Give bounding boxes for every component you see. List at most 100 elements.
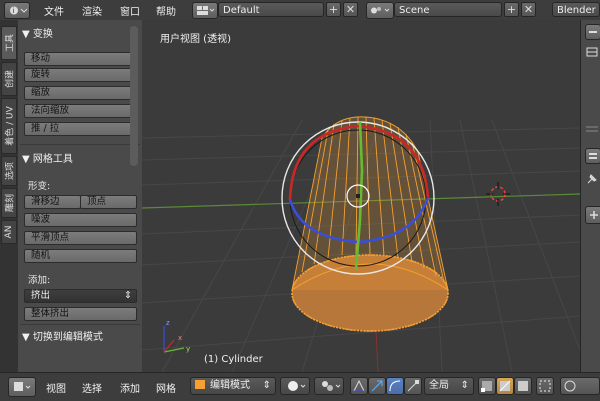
pin-icon[interactable] [585, 172, 599, 186]
menu-mesh[interactable]: 网格 [156, 380, 176, 395]
layout-grid-icon [197, 6, 215, 15]
pivot-point-dropdown[interactable] [314, 377, 344, 395]
menu-select[interactable]: 选择 [82, 380, 102, 395]
scale-button[interactable]: 缩放 [24, 86, 137, 100]
3d-view-header: 视图 选择 添加 网格 编辑模式 ⇕ 全局 ⇕ [0, 372, 600, 401]
manipulator-icon [353, 379, 365, 392]
rotate-button[interactable]: 旋转 [24, 68, 137, 82]
viewport-view-label: 用户视图 (透视) [160, 34, 231, 45]
scene-icon [371, 7, 390, 14]
viewport-canvas[interactable]: z x y [142, 20, 580, 372]
arrow-icon [371, 380, 383, 392]
menu-render[interactable]: 渲染 [82, 3, 102, 18]
scale-icon [407, 380, 419, 392]
updown-icon: ⇕ [262, 380, 271, 391]
menu-view[interactable]: 视图 [46, 380, 66, 395]
pivot-icon [322, 381, 341, 391]
transform-orientation-dropdown[interactable]: 全局 ⇕ [424, 377, 474, 395]
delete-scene-button[interactable]: ✕ [521, 2, 536, 17]
scene-name-field[interactable]: Scene [394, 2, 502, 17]
add-button[interactable] [585, 206, 600, 224]
close-icon: ✕ [523, 3, 534, 16]
info-header: i 文件 渲染 窗口 帮助 Default + ✕ Scene + ✕ Blen… [0, 0, 600, 21]
proportional-circle-icon [564, 380, 576, 392]
tab-create[interactable]: 创建 [1, 62, 17, 96]
orientation-axes-icon: z x y [163, 319, 190, 353]
render-engine-field[interactable]: Blender [552, 2, 600, 17]
list-icon [589, 153, 597, 159]
dotted-square-icon [539, 380, 551, 392]
occlude-geometry-toggle[interactable] [536, 377, 554, 395]
delete-layout-button[interactable]: ✕ [343, 2, 358, 17]
menu-help[interactable]: 帮助 [156, 3, 176, 18]
layout-browse-button[interactable] [192, 2, 218, 19]
info-icon: i [10, 6, 28, 15]
shading-dropdown[interactable] [280, 377, 310, 395]
tab-options[interactable]: 选项 [1, 156, 17, 186]
plus-icon: + [506, 3, 517, 16]
face-select-button[interactable] [514, 377, 532, 395]
scale-manipulator[interactable] [404, 377, 422, 395]
tool-shelf-scrollbar[interactable] [130, 26, 138, 166]
close-icon: ✕ [345, 3, 356, 16]
noise-button[interactable]: 噪波 [24, 213, 137, 227]
tab-an[interactable]: AN [1, 220, 17, 244]
add-scene-button[interactable]: + [504, 2, 519, 17]
collapse-button[interactable] [585, 24, 600, 40]
scene-browse-button[interactable] [366, 2, 394, 19]
face-select-icon [518, 381, 528, 391]
rotate-arc-icon [389, 380, 401, 392]
plus-icon: + [328, 3, 339, 16]
tab-shading-uv[interactable]: 着色 / UV [1, 98, 17, 154]
properties-button[interactable] [585, 148, 600, 164]
pivot-dot [356, 194, 360, 198]
push-pull-button[interactable]: 推 / 拉 [24, 122, 137, 136]
svg-text:x: x [178, 334, 182, 342]
layout-name-field[interactable]: Default [218, 2, 324, 17]
translate-manipulator[interactable] [368, 377, 386, 395]
menu-window[interactable]: 窗口 [120, 3, 140, 18]
vertex-select-button[interactable] [478, 377, 496, 395]
proportional-edit-toggle[interactable] [560, 377, 600, 395]
smooth-vertex-button[interactable]: 平滑顶点 [24, 231, 137, 245]
panel-divider [20, 144, 140, 145]
3d-viewport[interactable]: z x y 用户视图 (透视) (1) Cylinder [142, 20, 580, 372]
rotate-manipulator[interactable] [386, 377, 404, 395]
tool-shelf: ▼ 变换 移动 旋转 缩放 法向缩放 推 / 拉 ▼ 网格工具 形变: 滑移边 … [18, 20, 142, 372]
interaction-mode-dropdown[interactable]: 编辑模式 ⇕ [190, 377, 276, 395]
slide-edge-button[interactable]: 滑移边 [24, 195, 81, 209]
panel-mesh-tools-header[interactable]: ▼ 网格工具 [22, 150, 73, 165]
minus-icon [589, 31, 597, 33]
grid-icon[interactable] [585, 46, 599, 58]
add-layout-button[interactable]: + [326, 2, 341, 17]
tab-sculpt[interactable]: 雕刻 [1, 188, 17, 218]
extrude-dropdown[interactable]: 挤出 ⇕ [24, 289, 137, 303]
panel-toggle-editmode-header[interactable]: ▼ 切换到编辑模式 [22, 328, 103, 343]
edge-select-button[interactable] [496, 377, 514, 395]
updown-icon: ⇕ [124, 290, 132, 301]
panel-divider-icon [584, 123, 600, 137]
add-label: 添加: [28, 275, 51, 286]
svg-text:z: z [166, 319, 170, 327]
vertex-select-icon [481, 381, 492, 392]
menu-add[interactable]: 添加 [120, 380, 140, 395]
slide-vertex-button[interactable]: 顶点 [80, 195, 137, 209]
editor-type-button[interactable] [8, 377, 36, 397]
editor-type-button[interactable]: i [4, 2, 30, 19]
randomize-button[interactable]: 随机 [24, 249, 137, 263]
svg-text:y: y [186, 345, 190, 353]
3d-cursor-icon[interactable] [486, 182, 510, 206]
updown-icon: ⇕ [460, 380, 469, 391]
shrink-fatten-button[interactable]: 法向缩放 [24, 104, 137, 118]
panel-divider [20, 324, 140, 325]
move-button[interactable]: 移动 [24, 52, 137, 66]
menu-file[interactable]: 文件 [44, 3, 64, 18]
svg-text:i: i [12, 7, 14, 15]
panel-transform-header[interactable]: ▼ 变换 [22, 25, 53, 40]
tab-tools[interactable]: 工具 [1, 26, 17, 60]
tool-tabs: 工具 创建 着色 / UV 选项 雕刻 AN [0, 20, 19, 372]
extrude-region-button[interactable]: 整体挤出 [24, 307, 137, 321]
edge-select-icon [499, 380, 511, 392]
cube-view-icon [14, 382, 31, 391]
manipulator-toggle[interactable] [350, 377, 368, 395]
